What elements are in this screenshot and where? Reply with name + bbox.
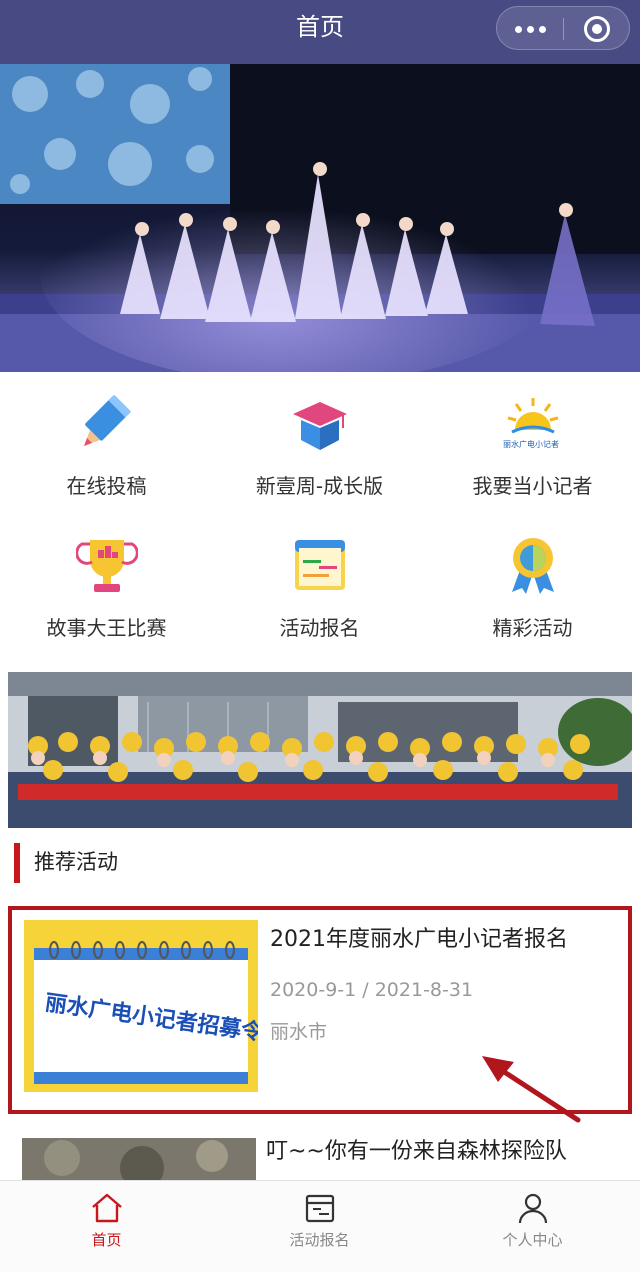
- close-mini-program-icon[interactable]: [564, 7, 630, 51]
- grid-item-online-submission[interactable]: 在线投稿: [0, 380, 213, 520]
- medal-icon: [512, 538, 554, 594]
- grid-item-new-weekly[interactable]: 新壹周-成长版: [213, 380, 426, 520]
- section-title: 推荐活动: [34, 850, 118, 874]
- activity-title: 叮~~你有一份来自森林探险队: [266, 1139, 567, 1164]
- grid-item-story-contest[interactable]: 故事大王比赛: [0, 522, 213, 662]
- tab-activity-signup[interactable]: 活动报名: [213, 1181, 426, 1272]
- feature-grid: 在线投稿 新壹周-成长版 丽水广电小记者 我要当小记者 故事大王比赛 活动报名 …: [0, 380, 640, 670]
- activity-location: 丽水市: [270, 1021, 328, 1043]
- activity-date-range: 2020-9-1 / 2021-8-31: [270, 979, 474, 1001]
- tab-label: 活动报名: [289, 1231, 350, 1249]
- activity-thumbnail: 丽水广电小记者招募令: [24, 920, 258, 1092]
- grid-item-label: 新壹周-成长版: [255, 474, 384, 498]
- grid-item-highlights[interactable]: 精彩活动: [426, 522, 639, 662]
- main-banner-image[interactable]: [0, 64, 640, 372]
- grid-item-be-reporter[interactable]: 丽水广电小记者 我要当小记者: [426, 380, 639, 520]
- tab-profile[interactable]: 个人中心: [426, 1181, 639, 1272]
- trophy-icon: [76, 540, 138, 592]
- tab-home[interactable]: 首页: [0, 1181, 213, 1272]
- nav-header: 首页: [0, 0, 640, 64]
- grid-item-activity-signup[interactable]: 活动报名: [213, 522, 426, 662]
- logo-text: 丽水广电小记者: [503, 440, 559, 449]
- grid-item-label: 活动报名: [279, 616, 360, 640]
- home-icon: [92, 1193, 122, 1223]
- grid-item-label: 精彩活动: [492, 616, 573, 640]
- tab-label: 首页: [91, 1231, 122, 1249]
- graduation-cap-icon: [293, 402, 347, 450]
- section-accent-bar: [14, 843, 20, 883]
- mini-program-capsule: [496, 6, 630, 50]
- calendar-icon: [295, 540, 345, 590]
- grid-item-label: 故事大王比赛: [46, 616, 167, 640]
- tab-label: 个人中心: [502, 1231, 563, 1249]
- more-icon[interactable]: [497, 7, 563, 51]
- calendar-icon: [305, 1194, 335, 1223]
- secondary-banner-image[interactable]: [8, 672, 632, 828]
- grid-item-label: 在线投稿: [66, 474, 147, 498]
- activity-title: 2021年度丽水广电小记者报名: [270, 927, 568, 952]
- grid-item-label: 我要当小记者: [472, 474, 593, 498]
- annotation-arrow-icon: [482, 1056, 581, 1123]
- pencil-icon: [84, 394, 132, 446]
- user-icon: [518, 1193, 548, 1224]
- bottom-tab-bar: 首页 活动报名 个人中心: [0, 1180, 640, 1272]
